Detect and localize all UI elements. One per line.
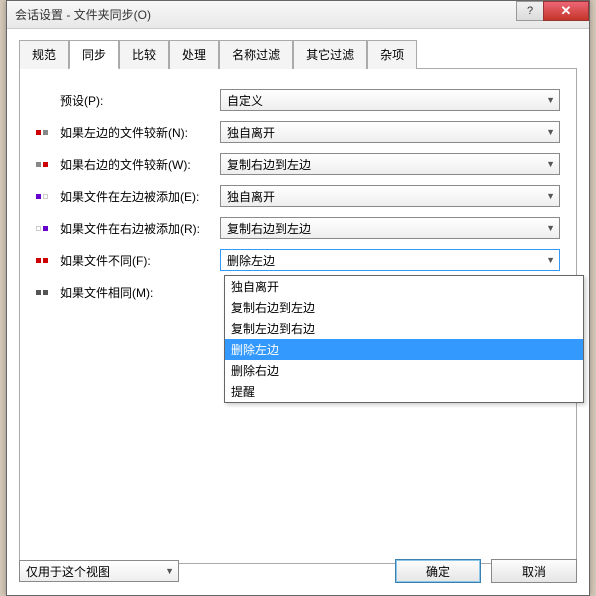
- footer: 仅用于这个视图 ▼ 确定 取消: [19, 559, 577, 583]
- titlebar: 会话设置 - 文件夹同步(O) ? ✕: [7, 1, 589, 29]
- tab-other-filter[interactable]: 其它过滤: [293, 40, 367, 69]
- combo-different-value: 删除左边: [227, 252, 275, 269]
- dot-icon: [36, 162, 41, 167]
- label-left-added: 如果文件在左边被添加(E):: [60, 188, 220, 205]
- dot-icon: [43, 130, 48, 135]
- close-button[interactable]: ✕: [543, 1, 589, 21]
- marker-left-newer: [36, 130, 60, 135]
- combo-left-newer[interactable]: 独自离开 ▼: [220, 121, 560, 143]
- tab-bar: 规范 同步 比较 处理 名称过滤 其它过滤 杂项: [19, 39, 577, 69]
- label-different: 如果文件不同(F):: [60, 252, 220, 269]
- row-right-added: 如果文件在右边被添加(R): 复制右边到左边 ▼: [36, 217, 560, 239]
- chevron-down-icon: ▼: [546, 223, 555, 233]
- tab-name-filter[interactable]: 名称过滤: [219, 40, 293, 69]
- titlebar-buttons: ? ✕: [517, 1, 589, 21]
- combo-different[interactable]: 删除左边 ▼: [220, 249, 560, 271]
- dropdown-item[interactable]: 复制右边到左边: [225, 297, 583, 318]
- dot-icon: [43, 226, 48, 231]
- dot-icon: [36, 258, 41, 263]
- dot-icon: [36, 194, 41, 199]
- tab-spec[interactable]: 规范: [19, 40, 69, 69]
- combo-right-newer[interactable]: 复制右边到左边 ▼: [220, 153, 560, 175]
- label-right-newer: 如果右边的文件较新(W):: [60, 156, 220, 173]
- dot-icon: [36, 290, 41, 295]
- label-same: 如果文件相同(M):: [60, 284, 220, 301]
- combo-preset[interactable]: 自定义 ▼: [220, 89, 560, 111]
- combo-preset-value: 自定义: [227, 92, 263, 109]
- combo-left-newer-value: 独自离开: [227, 124, 275, 141]
- dialog-window: 会话设置 - 文件夹同步(O) ? ✕ 规范 同步 比较 处理 名称过滤 其它过…: [6, 0, 590, 596]
- combo-right-added-value: 复制右边到左边: [227, 220, 311, 237]
- combo-left-added-value: 独自离开: [227, 188, 275, 205]
- label-right-added: 如果文件在右边被添加(R):: [60, 220, 220, 237]
- chevron-down-icon: ▼: [165, 566, 174, 576]
- marker-left-added: [36, 194, 60, 199]
- window-title: 会话设置 - 文件夹同步(O): [15, 6, 151, 23]
- dropdown-different: 独自离开 复制右边到左边 复制左边到右边 删除左边 删除右边 提醒: [224, 275, 584, 403]
- ok-button[interactable]: 确定: [395, 559, 481, 583]
- marker-same: [36, 290, 60, 295]
- row-left-added: 如果文件在左边被添加(E): 独自离开 ▼: [36, 185, 560, 207]
- combo-right-added[interactable]: 复制右边到左边 ▼: [220, 217, 560, 239]
- chevron-down-icon: ▼: [546, 95, 555, 105]
- cancel-button[interactable]: 取消: [491, 559, 577, 583]
- dot-icon: [43, 162, 48, 167]
- label-preset: 预设(P):: [60, 92, 220, 109]
- label-left-newer: 如果左边的文件较新(N):: [60, 124, 220, 141]
- dropdown-item[interactable]: 删除左边: [225, 339, 583, 360]
- content: 规范 同步 比较 处理 名称过滤 其它过滤 杂项 预设(P): 自定义 ▼: [7, 29, 589, 595]
- dropdown-item[interactable]: 删除右边: [225, 360, 583, 381]
- combo-right-newer-value: 复制右边到左边: [227, 156, 311, 173]
- dropdown-item[interactable]: 独自离开: [225, 276, 583, 297]
- dot-icon: [36, 130, 41, 135]
- dot-icon: [43, 258, 48, 263]
- combo-scope[interactable]: 仅用于这个视图 ▼: [19, 560, 179, 582]
- help-button[interactable]: ?: [516, 1, 544, 21]
- combo-scope-value: 仅用于这个视图: [26, 563, 110, 580]
- chevron-down-icon: ▼: [546, 159, 555, 169]
- marker-different: [36, 258, 60, 263]
- marker-right-added: [36, 226, 60, 231]
- chevron-down-icon: ▼: [546, 127, 555, 137]
- combo-left-added[interactable]: 独自离开 ▼: [220, 185, 560, 207]
- tab-compare[interactable]: 比较: [119, 40, 169, 69]
- chevron-down-icon: ▼: [546, 191, 555, 201]
- dot-icon: [43, 290, 48, 295]
- row-right-newer: 如果右边的文件较新(W): 复制右边到左边 ▼: [36, 153, 560, 175]
- dot-icon: [36, 226, 41, 231]
- dropdown-item[interactable]: 复制左边到右边: [225, 318, 583, 339]
- dropdown-item[interactable]: 提醒: [225, 381, 583, 402]
- row-preset: 预设(P): 自定义 ▼: [36, 89, 560, 111]
- tab-sync[interactable]: 同步: [69, 40, 119, 69]
- chevron-down-icon: ▼: [546, 255, 555, 265]
- row-different: 如果文件不同(F): 删除左边 ▼: [36, 249, 560, 271]
- sync-panel: 预设(P): 自定义 ▼ 如果左边的文件较新(N): 独自离开 ▼: [19, 69, 577, 564]
- dot-icon: [43, 194, 48, 199]
- marker-right-newer: [36, 162, 60, 167]
- tab-process[interactable]: 处理: [169, 40, 219, 69]
- row-left-newer: 如果左边的文件较新(N): 独自离开 ▼: [36, 121, 560, 143]
- tab-misc[interactable]: 杂项: [367, 40, 417, 69]
